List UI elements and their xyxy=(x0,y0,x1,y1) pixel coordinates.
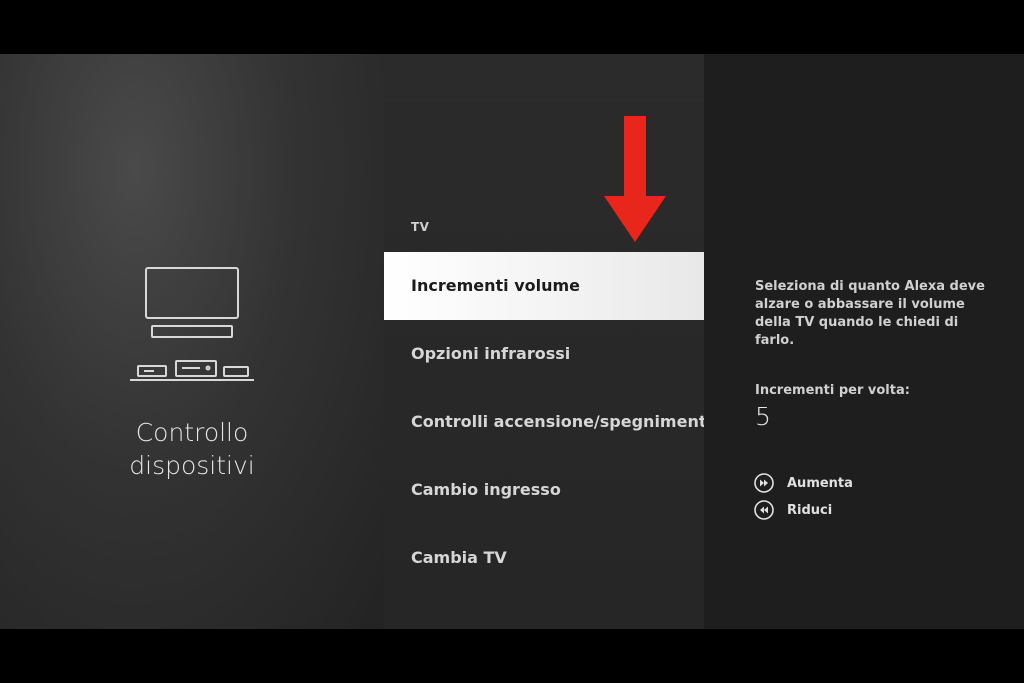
fast-forward-icon xyxy=(754,473,774,493)
menu-item-controlli-accensione[interactable]: Controlli accensione/spegnimento xyxy=(384,388,704,456)
menu-item-opzioni-infrarossi[interactable]: Opzioni infrarossi xyxy=(384,320,704,388)
increase-label: Aumenta xyxy=(787,475,853,491)
category-panel: Controllo dispositivi xyxy=(0,54,384,629)
increments-value: 5 xyxy=(755,402,771,431)
setting-description: Seleziona di quanto Alexa deve alzare o … xyxy=(755,279,985,348)
menu-item-cambia-tv[interactable]: Cambia TV xyxy=(384,524,704,592)
category-title: Controllo dispositivi xyxy=(0,416,384,482)
category-title-line2: dispositivi xyxy=(129,451,255,480)
tv-devices-icon xyxy=(130,267,254,381)
screen: Controllo dispositivi TV Incrementi volu… xyxy=(0,54,1024,629)
section-label: TV xyxy=(411,220,430,234)
menu-item-incrementi-volume[interactable]: Incrementi volume xyxy=(384,252,704,320)
category-title-line1: Controllo xyxy=(135,418,249,447)
decrease-label: Riduci xyxy=(787,502,833,518)
settings-menu: Incrementi volume Opzioni infrarossi Con… xyxy=(384,252,704,592)
menu-item-cambio-ingresso[interactable]: Cambio ingresso xyxy=(384,456,704,524)
detail-panel: Seleziona di quanto Alexa deve alzare o … xyxy=(704,54,1024,629)
red-down-arrow-icon xyxy=(604,116,666,242)
decrease-control[interactable]: Riduci xyxy=(754,499,832,521)
rewind-icon xyxy=(754,500,774,520)
increase-control[interactable]: Aumenta xyxy=(754,472,853,494)
increments-label: Incrementi per volta: xyxy=(755,383,910,398)
